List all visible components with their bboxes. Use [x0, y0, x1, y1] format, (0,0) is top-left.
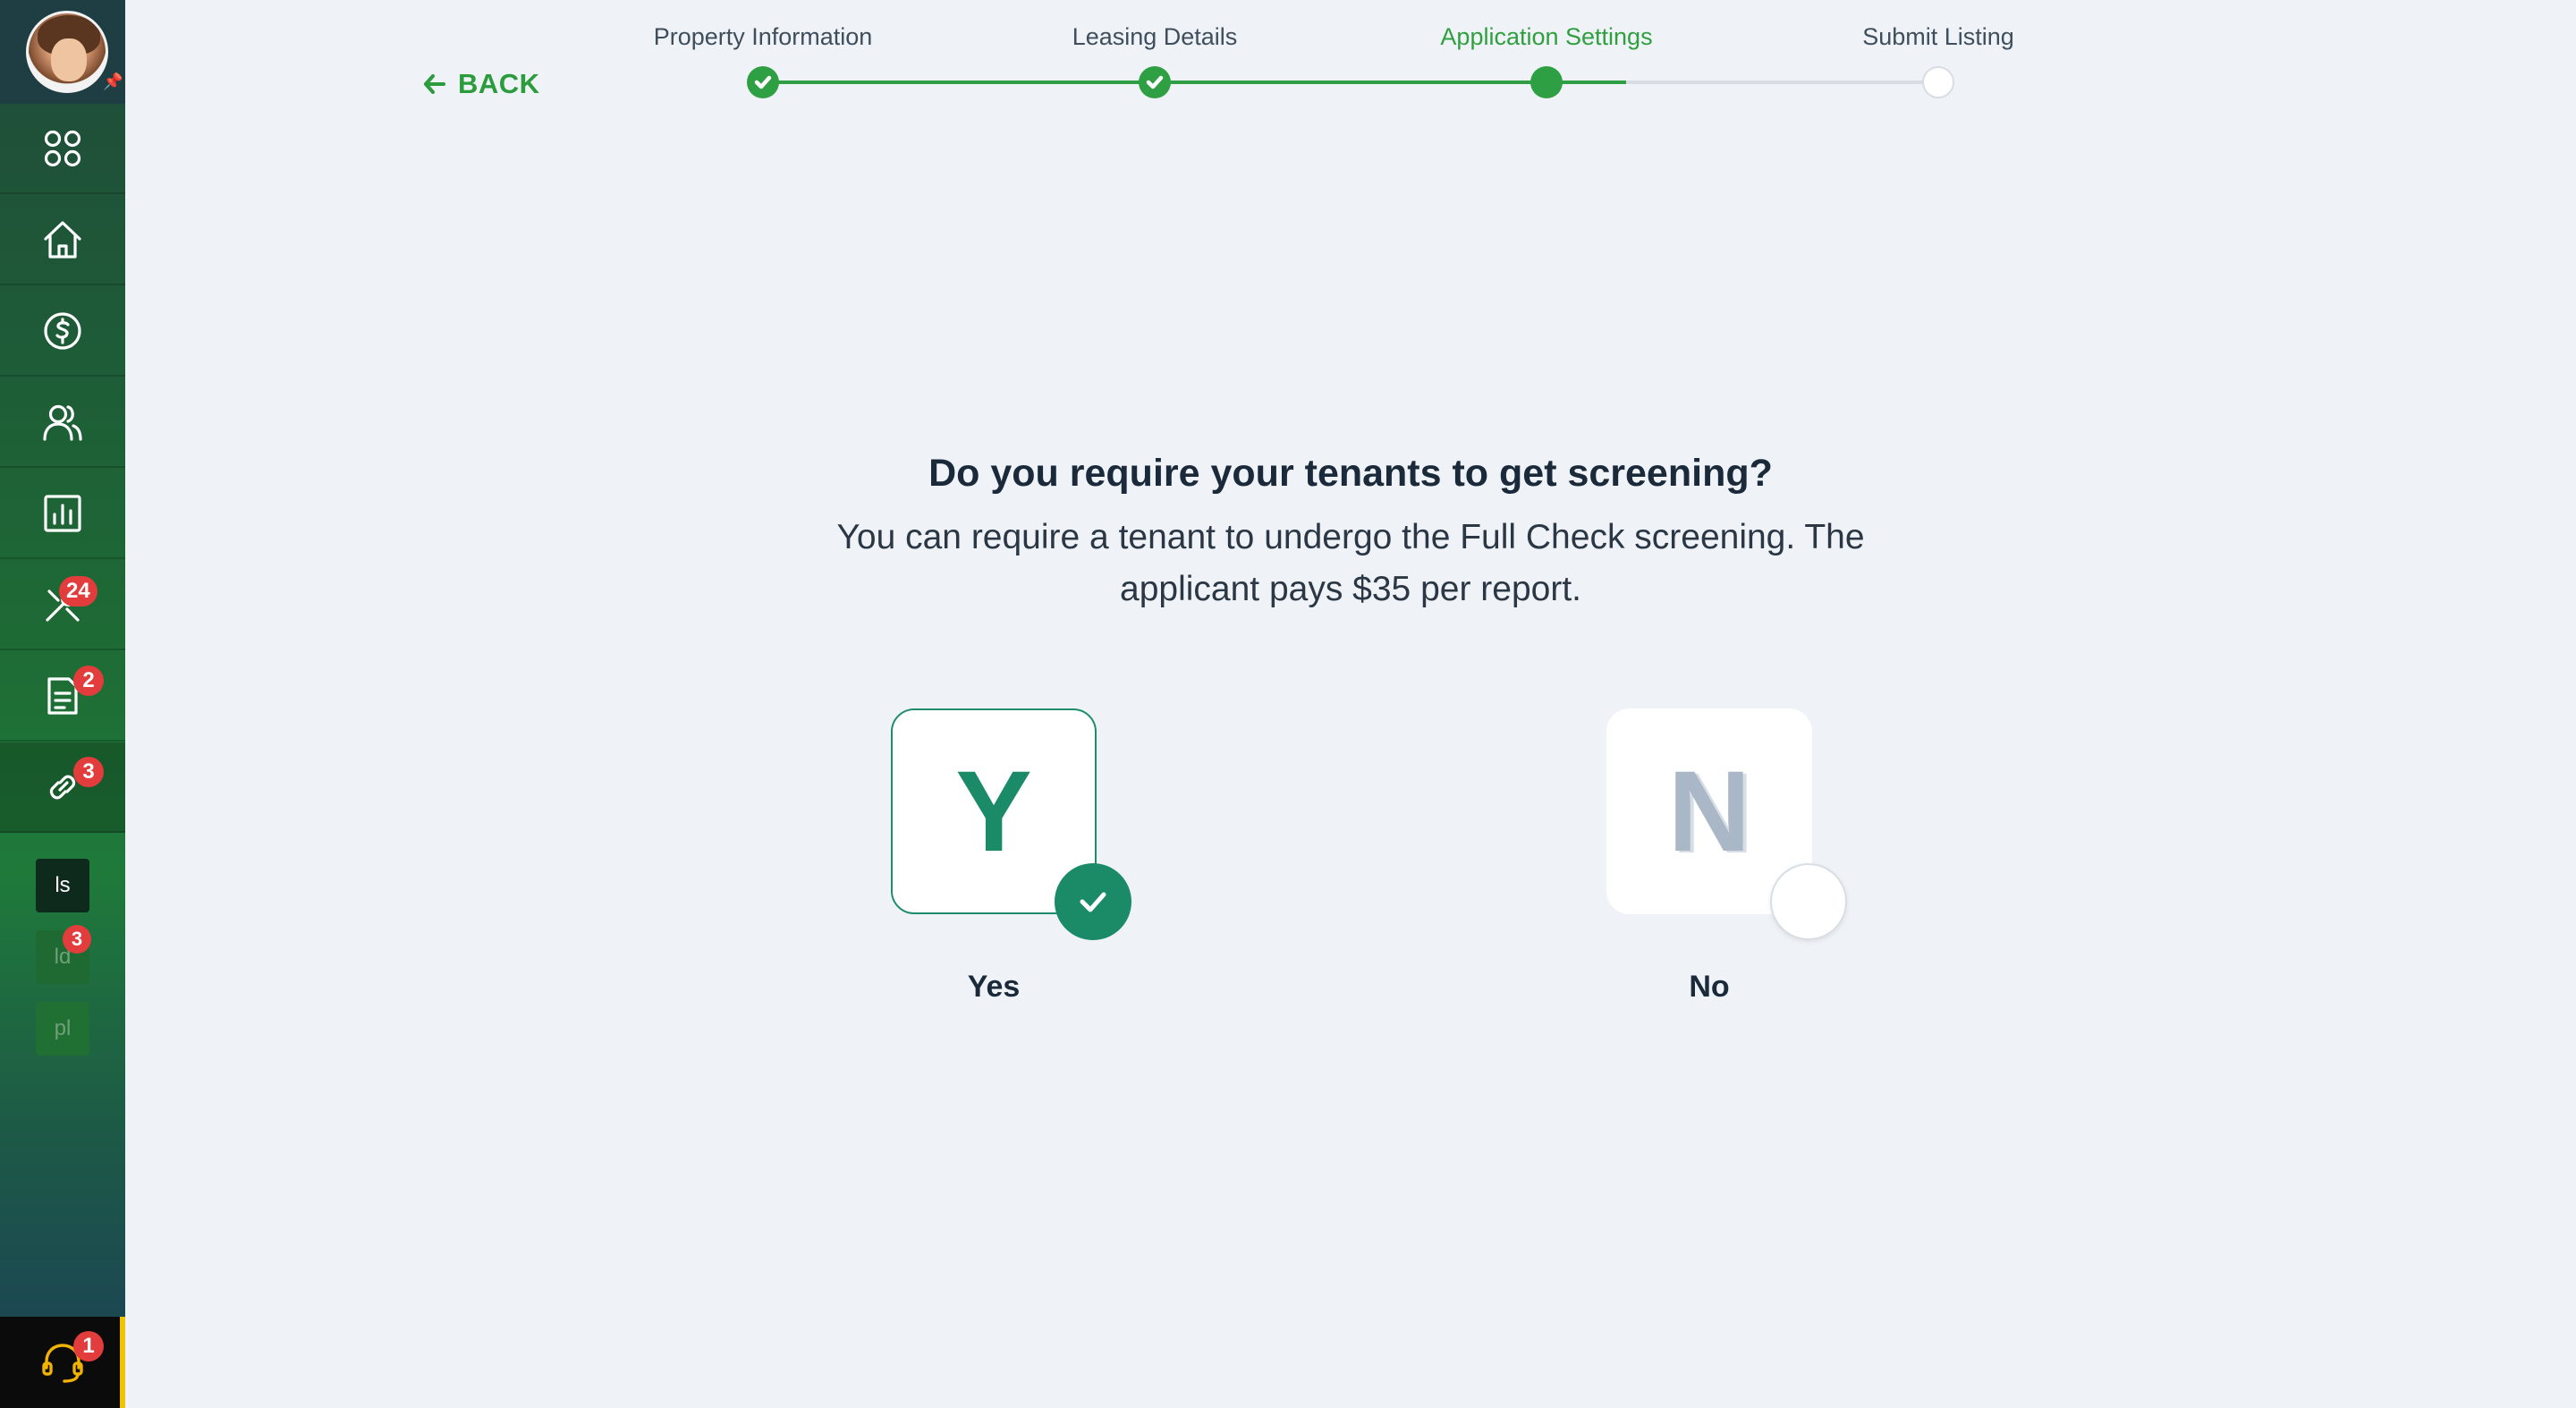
back-label: BACK	[458, 68, 540, 99]
chart-icon	[44, 494, 81, 532]
stepper-track-complete	[763, 81, 1626, 84]
support-badge: 1	[73, 1331, 104, 1361]
sidebar-item-apps[interactable]	[0, 104, 125, 194]
screening-question: Do you require your tenants to get scree…	[928, 452, 1773, 495]
check-icon	[754, 75, 772, 89]
option-yes-label[interactable]: Yes	[891, 970, 1097, 1005]
step-dot-application-settings[interactable]	[1530, 66, 1563, 98]
avatar-face	[51, 38, 87, 81]
sidebar-item-reports[interactable]	[0, 469, 125, 559]
pin-icon[interactable]: 📌	[103, 72, 123, 91]
step-dot-leasing-details[interactable]	[1139, 66, 1171, 98]
sidebar-mini-ls[interactable]: ls	[36, 859, 89, 912]
mini-ld-badge: 3	[63, 925, 91, 954]
people-icon	[43, 404, 82, 441]
sidebar-item-maintenance[interactable]: 24	[0, 560, 125, 650]
step-dot-submit-listing[interactable]	[1922, 66, 1954, 98]
option-yes-radio[interactable]	[1055, 863, 1131, 940]
step-label-submit-listing[interactable]: Submit Listing	[1786, 23, 2090, 51]
sidebar: 📌 24 2 3 ls ld 3 pl 1	[0, 0, 125, 1408]
apps-icon	[44, 130, 81, 166]
dollar-icon	[44, 311, 81, 350]
sidebar-mini-ld[interactable]: ld 3	[36, 925, 91, 984]
option-no-label[interactable]: No	[1606, 970, 1812, 1005]
arrow-left-icon	[424, 74, 445, 94]
stepper-track-remaining	[1626, 81, 1938, 84]
option-no-letter: N	[1667, 747, 1751, 876]
check-icon	[1146, 75, 1164, 89]
avatar[interactable]	[26, 11, 108, 93]
support-button[interactable]: 1	[0, 1317, 125, 1408]
screening-description-line-2: applicant pays $35 per report.	[1120, 570, 1581, 608]
option-yes-letter: Y	[955, 747, 1032, 876]
sidebar-mini-pl[interactable]: pl	[36, 1002, 89, 1056]
check-icon	[1080, 892, 1106, 912]
listings-badge: 3	[73, 757, 104, 787]
maintenance-badge: 24	[59, 576, 97, 606]
sidebar-item-payments[interactable]	[0, 286, 125, 377]
step-dot-property-information[interactable]	[747, 66, 779, 98]
back-button[interactable]: BACK	[420, 64, 540, 104]
screening-description-line-1: You can require a tenant to undergo the …	[836, 518, 1865, 556]
sidebar-item-home[interactable]	[0, 195, 125, 285]
documents-badge: 2	[73, 666, 104, 696]
step-label-leasing-details[interactable]: Leasing Details	[1003, 23, 1307, 51]
sidebar-item-people[interactable]	[0, 377, 125, 468]
screening-description: You can require a tenant to undergo the …	[805, 512, 1896, 615]
option-no-radio[interactable]	[1770, 863, 1847, 940]
sidebar-item-documents[interactable]: 2	[0, 651, 125, 742]
sidebar-item-listings[interactable]: 3	[0, 742, 125, 833]
step-label-property-information[interactable]: Property Information	[611, 23, 915, 51]
step-label-application-settings[interactable]: Application Settings	[1394, 23, 1699, 51]
home-icon	[44, 220, 81, 259]
profile-area[interactable]: 📌	[0, 0, 125, 104]
